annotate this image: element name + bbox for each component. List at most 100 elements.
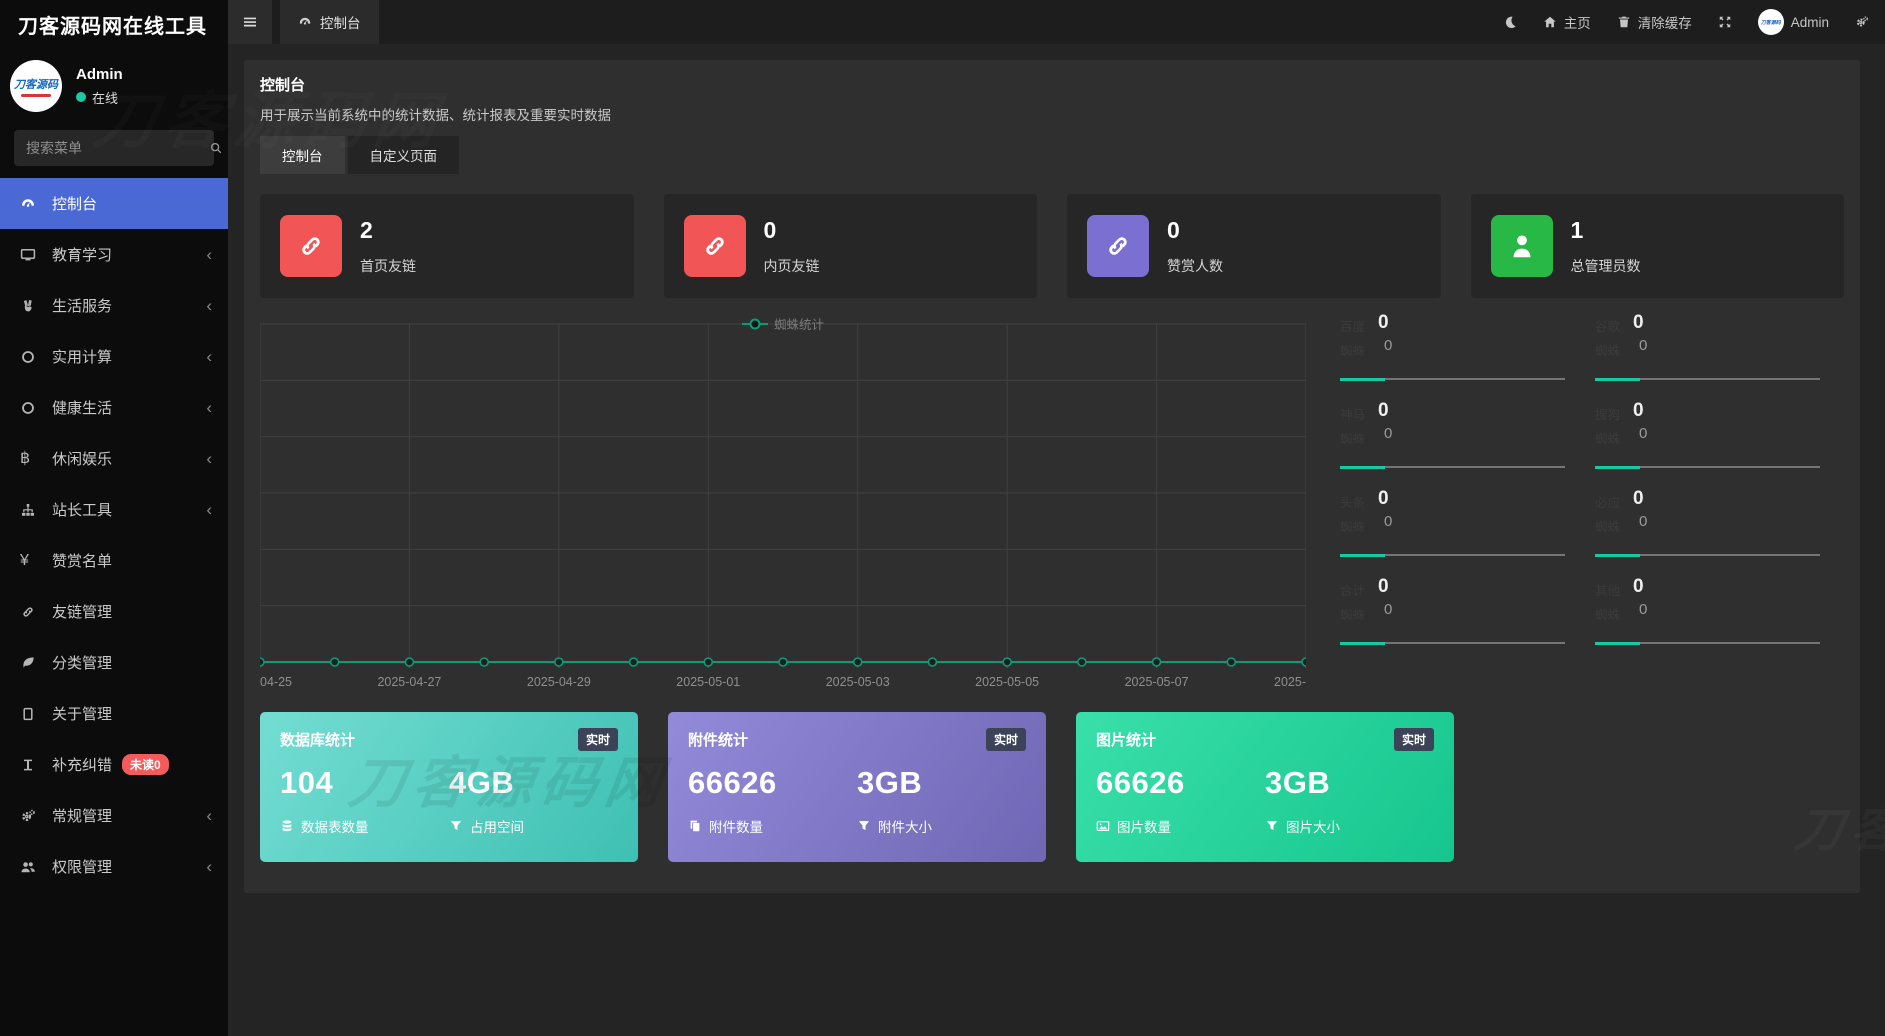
chevron-left-icon: ‹ <box>206 857 212 877</box>
sidebar-item-分类管理[interactable]: 分类管理 <box>0 637 228 688</box>
summary-card-数据库统计: 数据库统计实时104数据表数量4GB占用空间 <box>260 712 638 862</box>
funnel-icon <box>857 819 871 833</box>
gears-icon <box>1855 15 1869 29</box>
tab-dashboard[interactable]: 控制台 <box>260 136 345 174</box>
baht-icon: ฿ <box>20 451 40 467</box>
sidebar-item-权限管理[interactable]: 权限管理‹ <box>0 841 228 892</box>
metric-value: 104 <box>280 765 449 801</box>
spider-label: 头条 <box>1340 492 1365 511</box>
sidebar-item-实用计算[interactable]: 实用计算‹ <box>0 331 228 382</box>
svg-text:2025-05-09: 2025-05-09 <box>1274 675 1306 689</box>
sidebar-item-补充纠错[interactable]: 补充纠错未读0 <box>0 739 228 790</box>
watermark: 刀客源码网 <box>1791 790 1885 860</box>
topbar-tab-dashboard[interactable]: 控制台 <box>280 0 379 44</box>
search-input[interactable] <box>24 139 209 157</box>
gears-icon <box>20 808 40 824</box>
chevron-left-icon: ‹ <box>206 806 212 826</box>
realtime-badge: 实时 <box>1394 728 1434 751</box>
topbar-home[interactable]: 主页 <box>1543 12 1591 32</box>
spider-label: 必应 <box>1595 492 1620 511</box>
funnel-icon <box>449 819 463 833</box>
profile-status: 在线 <box>76 88 123 107</box>
spider-stat: 神马蜘蛛00 <box>1340 398 1565 486</box>
app-title: 刀客源码网在线工具 <box>0 0 228 48</box>
spider-subvalue: 0 <box>1639 337 1647 354</box>
chevron-left-icon: ‹ <box>206 500 212 520</box>
stat-card-内页友链: 0内页友链 <box>664 194 1038 298</box>
svg-text:2025-05-07: 2025-05-07 <box>1125 675 1189 689</box>
stat-label: 内页友链 <box>764 256 820 276</box>
avatar[interactable]: 刀客源码 <box>10 60 62 112</box>
spider-subvalue: 0 <box>1384 601 1392 618</box>
expand-icon <box>1718 15 1732 29</box>
spider-sublabel: 蜘蛛 <box>1595 604 1620 623</box>
spider-stat: 必应蜘蛛00 <box>1595 486 1820 574</box>
spider-subvalue: 0 <box>1639 513 1647 530</box>
sidebar-item-教育学习[interactable]: 教育学习‹ <box>0 229 228 280</box>
spider-chart: 蜘蛛统计 2025-04-252025-04-272025-04-292025-… <box>260 314 1306 706</box>
sidebar-item-生活服务[interactable]: 生活服务‹ <box>0 280 228 331</box>
spider-value: 0 <box>1378 576 1389 598</box>
spider-label: 其他 <box>1595 580 1620 599</box>
sidebar-item-关于管理[interactable]: 关于管理 <box>0 688 228 739</box>
summary-card-title: 图片统计 <box>1096 729 1156 750</box>
sidebar-item-常规管理[interactable]: 常规管理‹ <box>0 790 228 841</box>
link-icon <box>296 231 326 261</box>
stat-card-iconbox <box>684 215 746 277</box>
spider-value: 0 <box>1378 488 1389 510</box>
tab-custom-page[interactable]: 自定义页面 <box>348 136 460 174</box>
spider-value: 0 <box>1633 400 1644 422</box>
sidebar-item-站长工具[interactable]: 站长工具 ‹ <box>0 484 228 535</box>
legend-line-icon <box>742 323 768 325</box>
gauge-icon <box>20 196 40 212</box>
avatar: 刀客源码 <box>1758 9 1784 35</box>
spider-subvalue: 0 <box>1384 513 1392 530</box>
metric-label: 附件大小 <box>878 816 932 836</box>
sidebar-item-友链管理[interactable]: 友链管理 <box>0 586 228 637</box>
progress-fill <box>1595 466 1640 469</box>
sidebar-item-控制台[interactable]: 控制台 <box>0 178 228 229</box>
monitor-icon <box>20 247 40 263</box>
link-icon <box>1103 231 1133 261</box>
topbar-settings[interactable] <box>1855 15 1869 29</box>
spider-subvalue: 0 <box>1639 425 1647 442</box>
sidebar-item-label: 补充纠错 <box>52 754 112 775</box>
sidebar-item-赞赏名单[interactable]: ¥赞赏名单 <box>0 535 228 586</box>
summary-cards-row: 数据库统计实时104数据表数量4GB占用空间附件统计实时66626附件数量3GB… <box>260 712 1454 862</box>
topbar-actions: 主页 清除缓存 刀客源码Admin <box>1503 9 1885 35</box>
circle-icon <box>20 400 40 416</box>
stat-value: 0 <box>1167 217 1223 244</box>
summary-metric: 66626附件数量 <box>688 765 857 836</box>
hamburger-menu-icon[interactable] <box>228 0 272 44</box>
moon-icon <box>1503 15 1517 29</box>
sidebar-item-label: 健康生活 <box>52 397 112 418</box>
sidebar-item-label: 站长工具 <box>52 499 112 520</box>
sidebar-item-label: 教育学习 <box>52 244 112 265</box>
topbar-user[interactable]: 刀客源码Admin <box>1758 9 1829 35</box>
topbar-theme-toggle[interactable] <box>1503 15 1517 29</box>
topbar-clear-cache[interactable]: 清除缓存 <box>1617 12 1692 32</box>
unread-badge: 未读0 <box>122 754 169 775</box>
spider-label: 神马 <box>1340 404 1365 423</box>
metric-label: 图片数量 <box>1117 816 1171 836</box>
menu-search <box>14 130 214 166</box>
metric-value: 3GB <box>857 765 1026 801</box>
stat-card-首页友链: 2首页友链 <box>260 194 634 298</box>
topbar-home-label: 主页 <box>1564 12 1591 32</box>
chart-legend[interactable]: 蜘蛛统计 <box>742 314 824 333</box>
search-icon[interactable] <box>209 141 223 155</box>
stat-card-iconbox <box>1491 215 1553 277</box>
stat-card-总管理员数: 1总管理员数 <box>1471 194 1845 298</box>
svg-text:2025-05-05: 2025-05-05 <box>975 675 1039 689</box>
stat-label: 赞赏人数 <box>1167 256 1223 276</box>
summary-metric: 3GB 附件大小 <box>857 765 1026 836</box>
spider-value: 0 <box>1633 312 1644 334</box>
summary-card-附件统计: 附件统计实时66626附件数量3GB附件大小 <box>668 712 1046 862</box>
spider-sublabel: 蜘蛛 <box>1595 340 1620 359</box>
spider-stats-grid: 百度蜘蛛00谷歌蜘蛛00神马蜘蛛00搜狗蜘蛛00头条蜘蛛00必应蜘蛛00合计蜘蛛… <box>1340 310 1820 662</box>
topbar-fullscreen[interactable] <box>1718 15 1732 29</box>
sidebar-item-休闲娱乐[interactable]: ฿休闲娱乐‹ <box>0 433 228 484</box>
sidebar-item-健康生活[interactable]: 健康生活‹ <box>0 382 228 433</box>
metric-label: 占用空间 <box>470 816 524 836</box>
topbar: 控制台 主页 清除缓存 刀客源码Admin <box>228 0 1885 44</box>
